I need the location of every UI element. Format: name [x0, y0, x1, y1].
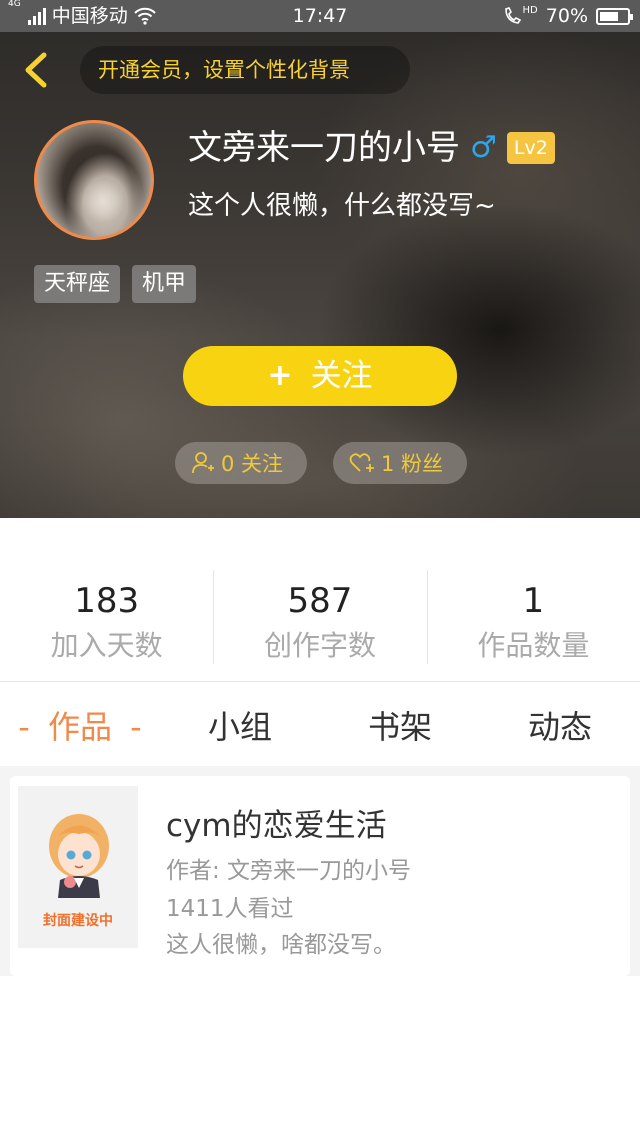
battery-fill — [600, 11, 619, 21]
stat-work-count: 1 作品数量 — [426, 570, 640, 664]
plus-icon: + — [267, 358, 293, 393]
user-bio: 这个人很懒，什么都没写~ — [188, 191, 496, 221]
stat-word-count: 587 创作字数 — [213, 570, 426, 664]
divider — [0, 681, 640, 682]
status-bar: 4G 中国移动 17:47 HD 70% — [0, 0, 640, 32]
stat-join-days: 183 加入天数 — [0, 570, 213, 664]
follow-button[interactable]: + 关注 — [183, 346, 457, 406]
tab-label: 作品 — [47, 708, 112, 746]
stat-value: 587 — [287, 581, 353, 621]
work-description: 这人很懒，啥都没写。 — [166, 932, 396, 958]
tab-groups[interactable]: 小组 — [160, 690, 320, 764]
vip-banner[interactable]: 开通会员，设置个性化背景 — [80, 46, 410, 94]
stat-label: 加入天数 — [50, 629, 163, 662]
anime-girl-placeholder-icon — [49, 814, 109, 898]
stat-label: 创作字数 — [263, 629, 376, 662]
hd-label: HD — [522, 5, 538, 16]
username: 文旁来一刀的小号 — [188, 128, 460, 168]
work-views: 1411人看过 — [166, 896, 294, 922]
tab-label: 动态 — [527, 708, 592, 746]
work-cover[interactable]: 封面建设中 — [18, 786, 138, 948]
user-add-icon — [192, 452, 214, 474]
heart-add-icon — [349, 453, 374, 472]
username-row: 文旁来一刀的小号 ♂ Lv2 — [188, 124, 555, 172]
level-badge: Lv2 — [506, 132, 555, 164]
battery-icon — [596, 7, 633, 25]
tab-works[interactable]: - 作品 - — [0, 690, 160, 764]
stat-value: 1 — [522, 581, 545, 621]
battery-percent: 70% — [545, 5, 588, 27]
stat-value: 183 — [74, 581, 140, 621]
tag-list: 天秤座 机甲 — [34, 265, 197, 303]
tag-item: 机甲 — [132, 265, 197, 303]
cover-placeholder-text: 封面建设中 — [43, 913, 113, 929]
tab-label: 书架 — [367, 708, 432, 746]
following-count-text: 0 关注 — [221, 452, 284, 476]
active-tab-dash: - — [130, 708, 142, 746]
tag-item: 天秤座 — [34, 265, 121, 303]
stats-row: 183 加入天数 587 创作字数 1 作品数量 — [0, 570, 640, 664]
tab-label: 小组 — [207, 708, 272, 746]
following-count-button[interactable]: 0 关注 — [175, 442, 307, 484]
avatar[interactable] — [34, 120, 154, 240]
tab-bookshelf[interactable]: 书架 — [320, 690, 480, 764]
follow-button-label: 关注 — [310, 358, 373, 394]
work-author: 作者: 文旁来一刀的小号 — [166, 858, 412, 884]
tab-activity[interactable]: 动态 — [480, 690, 640, 764]
back-arrow-icon[interactable] — [18, 50, 54, 90]
stat-label: 作品数量 — [477, 629, 590, 662]
active-tab-dash: - — [18, 708, 30, 746]
fans-count-text: 1 粉丝 — [381, 452, 444, 476]
male-gender-icon: ♂ — [470, 130, 497, 165]
fans-count-button[interactable]: 1 粉丝 — [333, 442, 467, 484]
work-title[interactable]: cym的恋爱生活 — [166, 804, 387, 848]
work-card[interactable]: 封面建设中 cym的恋爱生活 作者: 文旁来一刀的小号 1411人看过 这人很懒… — [10, 776, 630, 976]
tab-bar: - 作品 - 小组 书架 动态 — [0, 690, 640, 764]
phone-hd-icon — [504, 7, 521, 24]
